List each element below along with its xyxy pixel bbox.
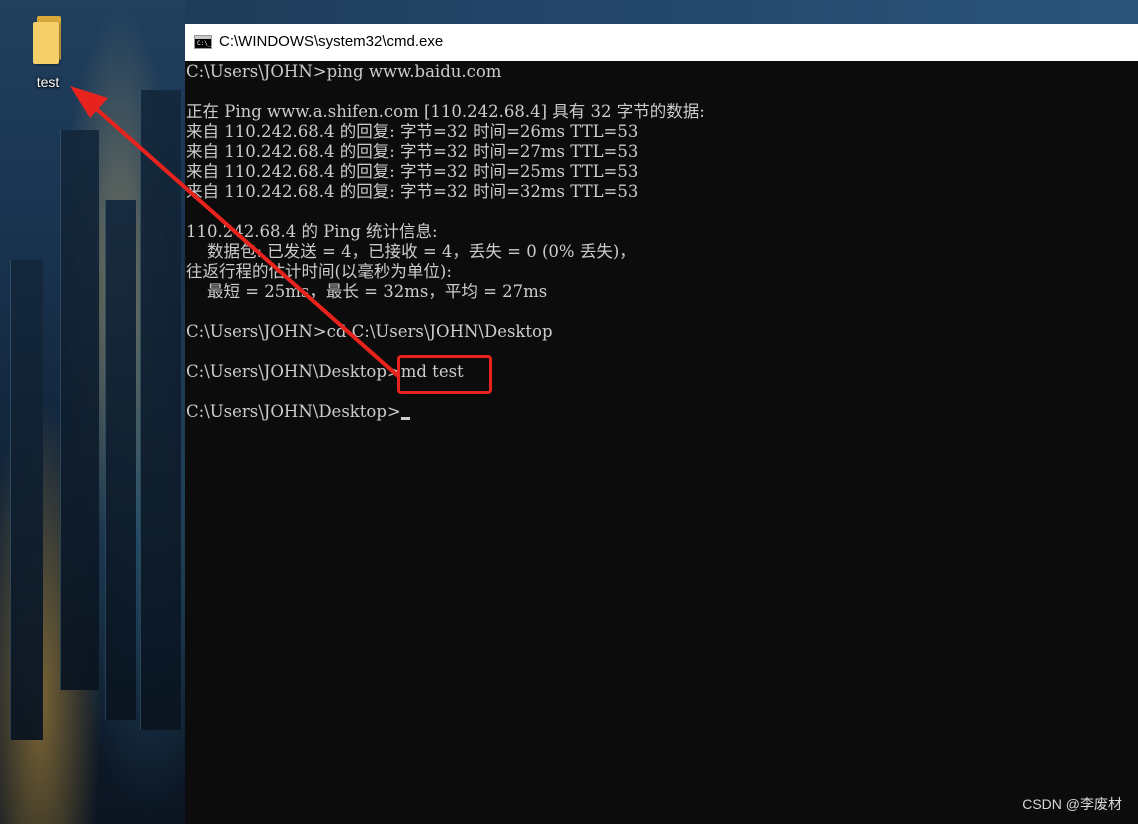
screen: test C:\_ C:\WINDOWS\system32\cmd.exe C:… (0, 0, 1138, 824)
window-title: C:\WINDOWS\system32\cmd.exe (219, 33, 444, 50)
console-line: 来自 110.242.68.4 的回复: 字节=32 时间=27ms TTL=5… (186, 142, 639, 161)
console-line: C:\Users\JOHN>cd C:\Users\JOHN\Desktop (186, 322, 553, 341)
title-bar[interactable]: C:\_ C:\WINDOWS\system32\cmd.exe (185, 24, 1138, 61)
wallpaper-tower (10, 260, 43, 740)
console-line: 数据包: 已发送 = 4，已接收 = 4，丢失 = 0 (0% 丢失)， (186, 242, 636, 261)
folder-icon (31, 14, 65, 64)
watermark: CSDN @李废材 (1022, 796, 1122, 812)
console-line: 正在 Ping www.a.shifen.com [110.242.68.4] … (186, 102, 705, 121)
console-prompt-line: C:\Users\JOHN\Desktop> (186, 402, 410, 422)
cmd-window[interactable]: C:\_ C:\WINDOWS\system32\cmd.exe C:\User… (185, 24, 1138, 824)
wallpaper-tower (105, 200, 136, 720)
console-line: 往返行程的估计时间(以毫秒为单位): (186, 262, 452, 281)
highlight-box (397, 355, 492, 394)
console-line: C:\Users\JOHN>ping www.baidu.com (186, 62, 502, 81)
wallpaper-tower (140, 90, 181, 730)
console-area[interactable]: C:\Users\JOHN>ping www.baidu.com 正在 Ping… (185, 61, 1138, 824)
console-line: 来自 110.242.68.4 的回复: 字节=32 时间=32ms TTL=5… (186, 182, 639, 201)
console-line: 110.242.68.4 的 Ping 统计信息: (186, 222, 438, 241)
desktop-folder-test[interactable]: test (20, 10, 76, 96)
text-cursor (400, 417, 410, 420)
wallpaper-tower (60, 130, 99, 690)
console-line: 最短 = 25ms，最长 = 32ms，平均 = 27ms (186, 282, 548, 301)
console-line: 来自 110.242.68.4 的回复: 字节=32 时间=25ms TTL=5… (186, 162, 639, 181)
console-prompt: C:\Users\JOHN\Desktop> (186, 402, 401, 421)
cmd-icon[interactable]: C:\_ (194, 35, 212, 49)
desktop-icon-label: test (36, 74, 60, 90)
console-line: 来自 110.242.68.4 的回复: 字节=32 时间=26ms TTL=5… (186, 122, 639, 141)
desktop-wallpaper-top (185, 0, 1138, 24)
desktop-wallpaper: test (0, 0, 185, 824)
